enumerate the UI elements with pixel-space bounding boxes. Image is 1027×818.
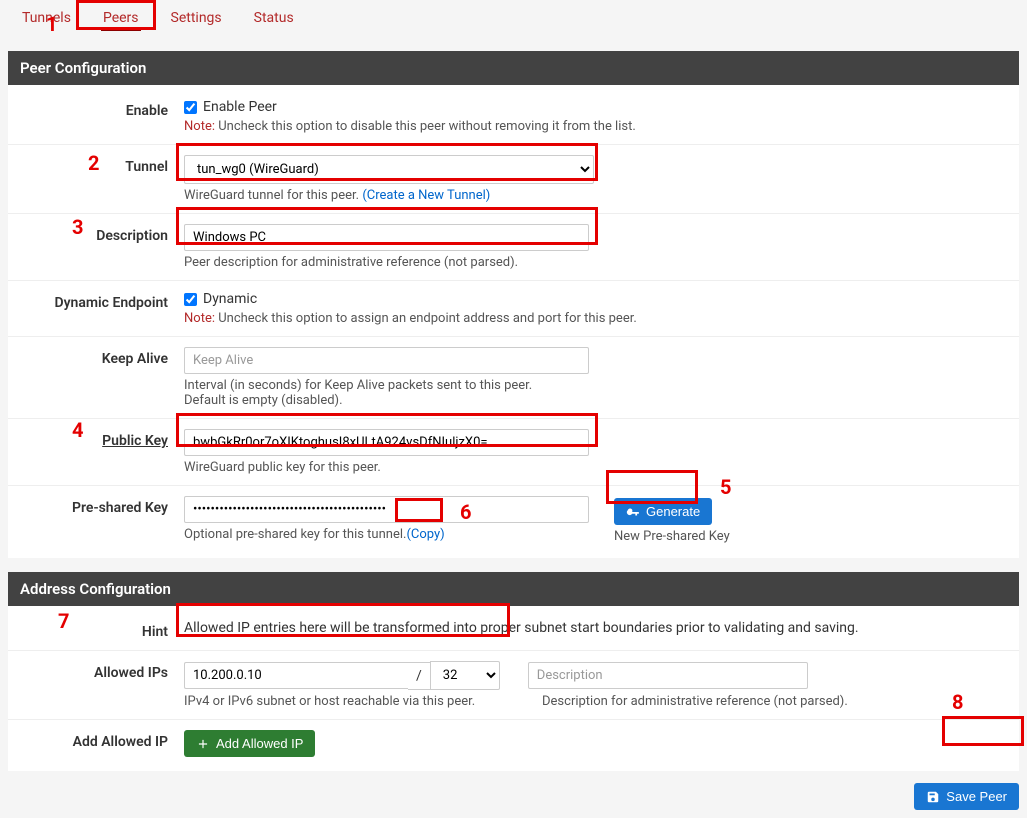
create-tunnel-link[interactable]: (Create a New Tunnel) xyxy=(362,188,490,203)
panel-address-config: Hint Allowed IP entries here will be tra… xyxy=(8,606,1019,771)
public-key-help: WireGuard public key for this peer. xyxy=(184,460,1003,475)
section-address-config: Address Configuration xyxy=(8,572,1019,606)
generate-button[interactable]: Generate xyxy=(614,498,712,525)
tab-settings[interactable]: Settings xyxy=(169,8,224,31)
allowed-ip-input[interactable] xyxy=(184,662,408,689)
dynamic-checkbox[interactable] xyxy=(184,293,197,306)
enable-checkbox[interactable] xyxy=(184,101,197,114)
label-hint: Hint xyxy=(8,620,184,640)
label-allowed-ips: Allowed IPs xyxy=(8,661,184,709)
dynamic-note-text: Uncheck this option to assign an endpoin… xyxy=(215,311,637,326)
tunnel-help: WireGuard tunnel for this peer. xyxy=(184,188,362,203)
tunnel-select[interactable]: tun_wg0 (WireGuard) xyxy=(184,155,594,184)
psk-help: Optional pre-shared key for this tunnel. xyxy=(184,527,406,542)
dynamic-note-label: Note: xyxy=(184,311,215,326)
label-keepalive: Keep Alive xyxy=(8,347,184,408)
psk-copy-link[interactable]: (Copy) xyxy=(406,527,444,542)
keepalive-input[interactable] xyxy=(184,347,589,374)
label-dynamic-endpoint: Dynamic Endpoint xyxy=(8,291,184,326)
keepalive-help2: Default is empty (disabled). xyxy=(184,393,1003,408)
section-peer-config: Peer Configuration xyxy=(8,51,1019,85)
label-psk: Pre-shared Key xyxy=(8,496,184,544)
add-allowed-ip-button-label: Add Allowed IP xyxy=(216,736,303,751)
key-icon xyxy=(626,505,640,519)
description-input[interactable] xyxy=(184,224,589,251)
description-help: Peer description for administrative refe… xyxy=(184,255,1003,270)
psk-gen-help: New Pre-shared Key xyxy=(614,529,854,544)
keepalive-help1: Interval (in seconds) for Keep Alive pac… xyxy=(184,378,1003,393)
allowed-desc-input[interactable] xyxy=(528,662,808,689)
enable-note-label: Note: xyxy=(184,119,215,134)
enable-checkbox-label: Enable Peer xyxy=(203,99,277,115)
public-key-input[interactable] xyxy=(184,429,589,456)
enable-note-text: Uncheck this option to disable this peer… xyxy=(215,119,636,134)
save-peer-button[interactable]: Save Peer xyxy=(914,783,1019,810)
generate-button-label: Generate xyxy=(646,504,700,519)
add-allowed-ip-button[interactable]: Add Allowed IP xyxy=(184,730,315,757)
tab-bar: Tunnels Peers Settings Status xyxy=(0,0,1027,37)
label-public-key: Public Key xyxy=(8,429,184,475)
tab-peers[interactable]: Peers xyxy=(101,8,141,31)
tab-tunnels[interactable]: Tunnels xyxy=(20,8,73,31)
psk-input[interactable] xyxy=(184,496,589,523)
allowed-cidr-select[interactable]: 32 xyxy=(430,661,500,690)
panel-peer-config: Enable Enable Peer Note: Uncheck this op… xyxy=(8,85,1019,558)
label-enable: Enable xyxy=(8,99,184,134)
save-icon xyxy=(926,790,940,804)
save-peer-button-label: Save Peer xyxy=(946,789,1007,804)
allowed-help-left: IPv4 or IPv6 subnet or host reachable vi… xyxy=(184,694,514,709)
label-tunnel: Tunnel xyxy=(8,155,184,203)
allowed-help-right: Description for administrative reference… xyxy=(542,694,848,709)
tab-status[interactable]: Status xyxy=(252,8,296,31)
label-description: Description xyxy=(8,224,184,270)
plus-icon xyxy=(196,737,210,751)
hint-text: Allowed IP entries here will be transfor… xyxy=(184,620,1019,640)
slash-separator: / xyxy=(408,662,430,690)
label-add-allowed-ip: Add Allowed IP xyxy=(8,730,184,757)
dynamic-checkbox-label: Dynamic xyxy=(203,291,257,307)
